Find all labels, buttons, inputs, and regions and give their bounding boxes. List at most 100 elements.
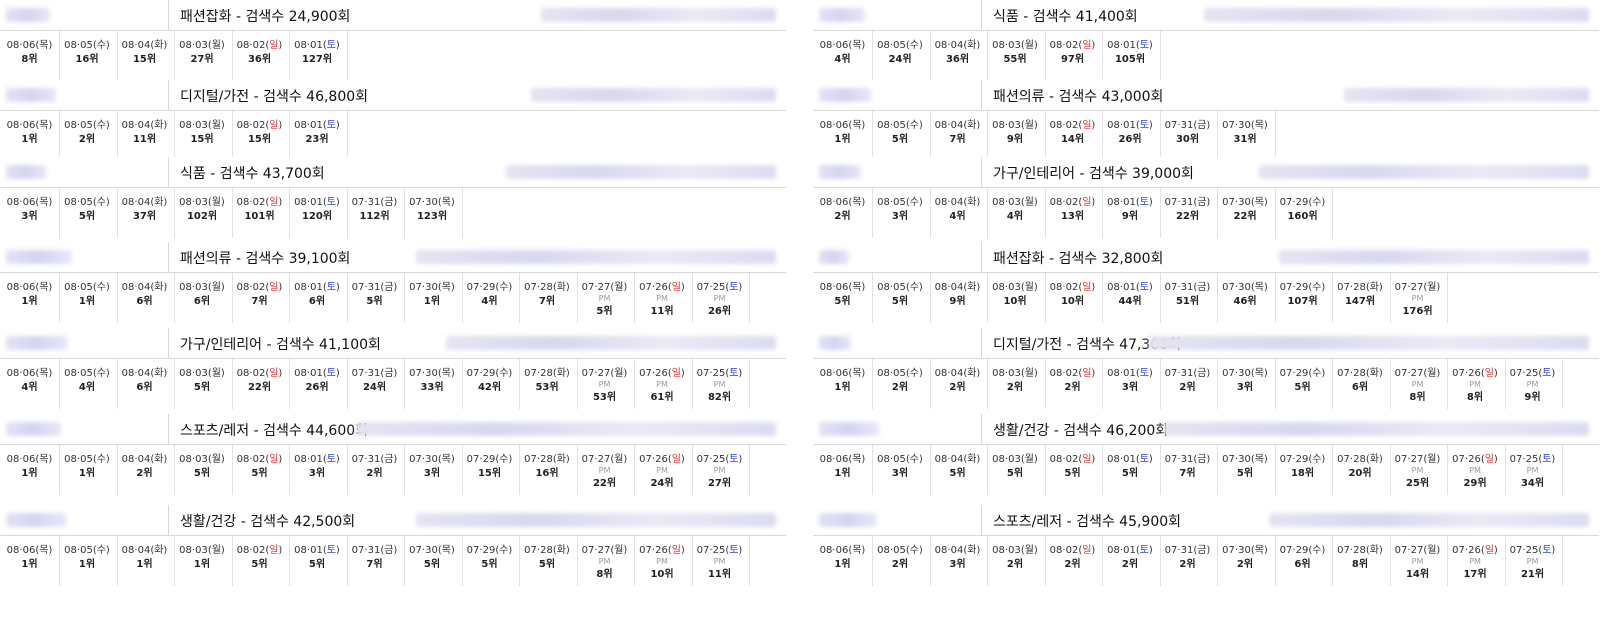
rank-cell[interactable]: 07·30(목) 1위 (403, 273, 463, 323)
card-title[interactable]: 가구/인테리어 - 검색수 41,100회 (180, 334, 381, 354)
rank-cell[interactable]: 08·06(목) 1위 (0, 111, 60, 161)
rank-cell[interactable]: 07·30(목) 3위 (1216, 359, 1276, 409)
rank-cell[interactable]: 07·25(토) PM 21위 (1503, 536, 1563, 586)
rank-cell[interactable]: 07·25(토) PM 34위 (1503, 445, 1563, 495)
rank-cell[interactable]: 08·02(일) 5위 (230, 445, 290, 495)
rank-cell[interactable]: 07·26(일) PM 8위 (1446, 359, 1506, 409)
rank-cell[interactable]: 08·06(목) 1위 (813, 111, 873, 161)
rank-cell[interactable]: 08·02(일) 97위 (1043, 31, 1103, 81)
rank-cell[interactable]: 08·03(월) 1위 (173, 536, 233, 586)
rank-cell[interactable]: 08·01(토) 26위 (1101, 111, 1161, 161)
card-title[interactable]: 생활/건강 - 검색수 46,200회 (993, 420, 1168, 440)
rank-cell[interactable]: 07·28(화) 16위 (518, 445, 578, 495)
rank-cell[interactable]: 08·01(토) 5위 (1101, 445, 1161, 495)
rank-cell[interactable]: 08·04(화) 9위 (928, 273, 988, 323)
rank-cell[interactable]: 07·31(금) 2위 (1158, 536, 1218, 586)
rank-cell[interactable]: 07·27(월) PM 25위 (1388, 445, 1448, 495)
rank-cell[interactable]: 07·27(월) PM 5위 (575, 273, 635, 323)
rank-cell[interactable]: 08·06(목) 5위 (813, 273, 873, 323)
rank-cell[interactable]: 08·02(일) 15위 (230, 111, 290, 161)
card-title[interactable]: 패션의류 - 검색수 43,000회 (993, 86, 1163, 106)
rank-cell[interactable]: 08·02(일) 10위 (1043, 273, 1103, 323)
rank-cell[interactable]: 08·03(월) 10위 (986, 273, 1046, 323)
rank-cell[interactable]: 08·01(토) 26위 (288, 359, 348, 409)
rank-cell[interactable]: 07·31(금) 112위 (345, 188, 405, 238)
rank-cell[interactable]: 08·01(토) 3위 (288, 445, 348, 495)
rank-cell[interactable]: 07·28(화) 6위 (1331, 359, 1391, 409)
rank-cell[interactable]: 07·26(일) PM 11위 (633, 273, 693, 323)
rank-cell[interactable]: 07·30(목) 46위 (1216, 273, 1276, 323)
card-title[interactable]: 가구/인테리어 - 검색수 39,000회 (993, 163, 1194, 183)
rank-cell[interactable]: 07·29(수) 5위 (1273, 359, 1333, 409)
rank-cell[interactable]: 08·04(화) 7위 (928, 111, 988, 161)
rank-cell[interactable]: 07·26(일) PM 61위 (633, 359, 693, 409)
rank-cell[interactable]: 08·04(화) 2위 (115, 445, 175, 495)
rank-cell[interactable]: 08·06(목) 1위 (813, 359, 873, 409)
rank-cell[interactable]: 07·26(일) PM 17위 (1446, 536, 1506, 586)
rank-cell[interactable]: 08·04(화) 6위 (115, 273, 175, 323)
rank-cell[interactable]: 07·30(목) 5위 (1216, 445, 1276, 495)
rank-cell[interactable]: 08·04(화) 36위 (928, 31, 988, 81)
rank-cell[interactable]: 07·27(월) PM 8위 (575, 536, 635, 586)
rank-cell[interactable]: 08·03(월) 9위 (986, 111, 1046, 161)
rank-cell[interactable]: 08·04(화) 37위 (115, 188, 175, 238)
rank-cell[interactable]: 07·31(금) 7위 (1158, 445, 1218, 495)
rank-cell[interactable]: 07·29(수) 107위 (1273, 273, 1333, 323)
rank-cell[interactable]: 07·25(토) PM 11위 (690, 536, 750, 586)
rank-cell[interactable]: 08·05(수) 5위 (58, 188, 118, 238)
rank-cell[interactable]: 08·05(수) 5위 (871, 273, 931, 323)
rank-cell[interactable]: 08·04(화) 5위 (928, 445, 988, 495)
rank-cell[interactable]: 08·03(월) 2위 (986, 359, 1046, 409)
rank-cell[interactable]: 07·30(목) 31위 (1216, 111, 1276, 161)
rank-cell[interactable]: 07·27(월) PM 176위 (1388, 273, 1448, 323)
rank-cell[interactable]: 07·28(화) 8위 (1331, 536, 1391, 586)
rank-cell[interactable]: 08·02(일) 13위 (1043, 188, 1103, 238)
rank-cell[interactable]: 08·02(일) 14위 (1043, 111, 1103, 161)
rank-cell[interactable]: 07·27(월) PM 53위 (575, 359, 635, 409)
rank-cell[interactable]: 07·31(금) 7위 (345, 536, 405, 586)
rank-cell[interactable]: 07·26(일) PM 24위 (633, 445, 693, 495)
rank-cell[interactable]: 08·04(화) 3위 (928, 536, 988, 586)
rank-cell[interactable]: 08·05(수) 5위 (871, 111, 931, 161)
rank-cell[interactable]: 07·29(수) 18위 (1273, 445, 1333, 495)
rank-cell[interactable]: 07·31(금) 5위 (345, 273, 405, 323)
rank-cell[interactable]: 07·27(월) PM 22위 (575, 445, 635, 495)
rank-cell[interactable]: 08·02(일) 2위 (1043, 536, 1103, 586)
rank-cell[interactable]: 08·01(토) 9위 (1101, 188, 1161, 238)
rank-cell[interactable]: 07·31(금) 22위 (1158, 188, 1218, 238)
rank-cell[interactable]: 07·29(수) 42위 (460, 359, 520, 409)
rank-cell[interactable]: 08·06(목) 8위 (0, 31, 60, 81)
rank-cell[interactable]: 07·26(일) PM 10위 (633, 536, 693, 586)
rank-cell[interactable]: 07·30(목) 5위 (403, 536, 463, 586)
rank-cell[interactable]: 08·02(일) 5위 (230, 536, 290, 586)
rank-cell[interactable]: 08·05(수) 2위 (871, 536, 931, 586)
rank-cell[interactable]: 07·31(금) 51위 (1158, 273, 1218, 323)
card-title[interactable]: 식품 - 검색수 41,400회 (993, 6, 1138, 26)
rank-cell[interactable]: 08·01(토) 105위 (1101, 31, 1161, 81)
rank-cell[interactable]: 07·27(월) PM 14위 (1388, 536, 1448, 586)
rank-cell[interactable]: 08·05(수) 3위 (871, 188, 931, 238)
rank-cell[interactable]: 08·01(토) 5위 (288, 536, 348, 586)
rank-cell[interactable]: 08·02(일) 5위 (1043, 445, 1103, 495)
rank-cell[interactable]: 07·29(수) 15위 (460, 445, 520, 495)
rank-cell[interactable]: 08·05(수) 3위 (871, 445, 931, 495)
rank-cell[interactable]: 08·01(토) 3위 (1101, 359, 1161, 409)
card-title[interactable]: 생활/건강 - 검색수 42,500회 (180, 511, 355, 531)
card-title[interactable]: 패션의류 - 검색수 39,100회 (180, 248, 350, 268)
rank-cell[interactable]: 08·03(월) 2위 (986, 536, 1046, 586)
rank-cell[interactable]: 07·25(토) PM 26위 (690, 273, 750, 323)
rank-cell[interactable]: 08·01(토) 44위 (1101, 273, 1161, 323)
rank-cell[interactable]: 08·05(수) 1위 (58, 536, 118, 586)
rank-cell[interactable]: 07·28(화) 20위 (1331, 445, 1391, 495)
rank-cell[interactable]: 08·03(월) 5위 (173, 359, 233, 409)
rank-cell[interactable]: 07·30(목) 123위 (403, 188, 463, 238)
rank-cell[interactable]: 08·06(목) 3위 (0, 188, 60, 238)
rank-cell[interactable]: 07·30(목) 33위 (403, 359, 463, 409)
rank-cell[interactable]: 08·06(목) 4위 (813, 31, 873, 81)
card-title[interactable]: 패션잡화 - 검색수 32,800회 (993, 248, 1163, 268)
rank-cell[interactable]: 07·28(화) 53위 (518, 359, 578, 409)
card-title[interactable]: 패션잡화 - 검색수 24,900회 (180, 6, 350, 26)
rank-cell[interactable]: 07·28(화) 5위 (518, 536, 578, 586)
rank-cell[interactable]: 08·04(화) 4위 (928, 188, 988, 238)
rank-cell[interactable]: 08·04(화) 2위 (928, 359, 988, 409)
